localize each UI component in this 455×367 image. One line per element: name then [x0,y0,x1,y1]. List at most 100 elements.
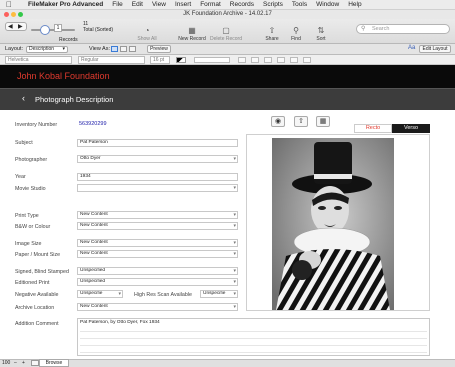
chevron-down-icon: ▾ [233,240,236,246]
bw-colour-field[interactable]: New Content ▾ [77,222,238,230]
preview-button[interactable]: Preview [147,45,171,53]
record-slider-handle[interactable] [40,25,50,35]
delete-record-button[interactable]: ▢ Delete Record [207,26,245,43]
find-icon: ⚲ [293,26,299,35]
font-select[interactable]: Helvetica [5,56,72,64]
mode-indicator[interactable]: Browse [39,359,69,367]
current-record-field[interactable]: 1 [54,24,62,32]
view-as-label: View As: [89,46,110,52]
print-type-field[interactable]: New Content ▾ [77,211,238,219]
delete-record-icon: ▢ [222,26,230,35]
align-left-icon[interactable] [277,57,285,63]
chevron-down-icon: ▾ [118,291,121,297]
sort-button[interactable]: ⇅ Sort [313,27,329,43]
menu-insert[interactable]: Insert [175,1,191,8]
highlight-swatch[interactable] [194,57,230,63]
portrait-photograph [272,138,394,310]
bold-icon[interactable] [238,57,246,63]
archive-location-value: New Content [80,304,108,309]
high-res-scan-field[interactable]: Unspecifie ▾ [200,290,238,298]
signed-value: Unspecified [80,268,106,273]
zoom-level[interactable]: 100 [2,360,10,366]
tab-recto[interactable]: Recto [354,124,392,133]
menu-window[interactable]: Window [316,1,339,8]
text-size-icon[interactable]: Aa [408,45,415,51]
align-right-icon[interactable] [303,57,311,63]
archive-location-field[interactable]: New Content ▾ [77,303,238,311]
subject-field[interactable]: Pat Paterson [77,139,238,147]
find-button[interactable]: ⚲ Find [288,26,304,43]
paper-mount-size-field[interactable]: New Content ▾ [77,250,238,258]
subject-label: Subject [15,140,33,146]
menu-format[interactable]: Format [200,1,221,8]
negative-available-field[interactable]: Unspecifie ▾ [77,290,123,298]
chevron-down-icon: ▾ [233,279,236,285]
tab-verso[interactable]: Verso [392,124,430,133]
menu-help[interactable]: Help [348,1,361,8]
show-all-label: Show All [137,36,157,42]
back-chevron-icon[interactable]: ‹ [22,93,25,103]
year-field[interactable]: 1934 [77,173,238,181]
share-button[interactable]: ⇧ Share [263,27,281,43]
image-size-field[interactable]: New Content ▾ [77,239,238,247]
menu-tools[interactable]: Tools [292,1,307,8]
italic-icon[interactable] [251,57,259,63]
search-placeholder: Search [372,26,390,32]
editioned-print-field[interactable]: Unspecified ▾ [77,278,238,286]
editioned-print-value: Unspecified [80,279,106,284]
underline-icon[interactable] [264,57,272,63]
menu-view[interactable]: View [152,1,166,8]
zoom-out-icon[interactable]: – [14,360,17,366]
addition-comment-text: Pat Paterson, by Otto Dyer, Fox 1934 [80,320,160,325]
zoom-in-icon[interactable]: + [22,360,25,366]
menu-records[interactable]: Records [230,1,254,8]
record-slider[interactable] [31,29,75,31]
year-label: Year [15,174,26,180]
camera-icon[interactable]: ◉ [271,116,285,127]
apple-icon[interactable]:  [3,0,15,9]
show-all-button[interactable]: ◔ Show All [134,26,160,43]
menu-bar:  FileMaker Pro Advanced File Edit View … [0,0,455,10]
menu-edit[interactable]: Edit [132,1,143,8]
inventory-number-value: 563920299 [79,121,107,127]
export-icon[interactable]: ⇧ [294,116,308,127]
size-select[interactable]: 16 pt [150,56,170,64]
high-res-scan-value: Unspecifie [203,291,226,296]
chevron-down-icon: ▾ [233,156,236,162]
table-view-icon[interactable] [129,46,136,52]
form-view-icon[interactable] [111,46,118,52]
chevron-down-icon: ▾ [233,223,236,229]
toggle-toolbar-icon[interactable] [31,360,39,366]
style-select[interactable]: Regular [78,56,145,64]
signed-field[interactable]: Unspecified ▾ [77,267,238,275]
trash-icon[interactable]: ▦ [316,116,330,127]
inventory-number-label: Inventory Number [15,122,58,128]
list-view-icon[interactable] [120,46,127,52]
search-field[interactable]: ⚲ Search [356,24,450,34]
next-record-icon[interactable]: ▶ [18,23,23,30]
layout-select[interactable]: Description ▾ [26,46,68,53]
menu-app-name[interactable]: FileMaker Pro Advanced [28,1,103,8]
movie-studio-field[interactable]: ▾ [77,184,238,192]
edit-layout-button[interactable]: Edit Layout [419,45,451,53]
photographer-field[interactable]: Otto Dyer ▾ [77,155,238,163]
menu-file[interactable]: File [112,1,122,8]
text-color-swatch[interactable] [176,57,186,63]
chevron-down-icon: ▾ [62,46,65,52]
chevron-down-icon: ▾ [233,304,236,310]
prev-record-icon[interactable]: ◀ [8,23,13,30]
image-size-label: Image Size [15,241,42,247]
addition-comment-field[interactable]: Pat Paterson, by Otto Dyer, Fox 1934 [77,318,430,356]
new-record-button[interactable]: ▦ New Record [175,26,209,43]
chevron-down-icon: ▾ [233,251,236,257]
high-res-scan-label: High Res Scan Available [134,292,192,298]
menu-scripts[interactable]: Scripts [263,1,283,8]
search-icon: ⚲ [361,26,366,32]
record-nav-arrows[interactable]: ◀ ▶ [5,22,27,31]
text-style-buttons [238,57,348,63]
align-center-icon[interactable] [290,57,298,63]
editioned-print-label: Editioned Print [15,280,50,286]
layout-bar [0,44,455,55]
new-record-icon: ▦ [188,26,196,35]
pie-icon: ◔ [144,26,150,35]
